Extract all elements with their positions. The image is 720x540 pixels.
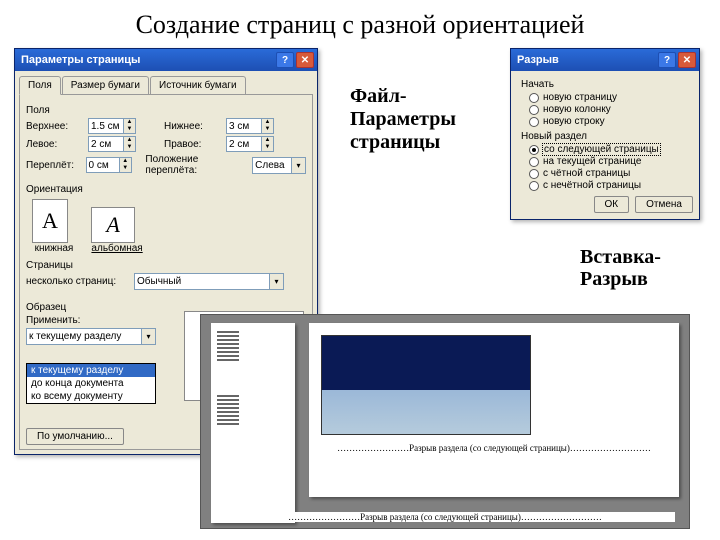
group-orientation-label: Ориентация xyxy=(26,184,306,195)
document-preview-area: ……………………Разрыв раздела (со следующей стр… xyxy=(200,314,690,529)
label-new-page: новую страницу xyxy=(543,92,617,103)
portrait-icon: А xyxy=(32,199,68,243)
group-pages-label: Страницы xyxy=(26,260,306,271)
radio-new-line[interactable] xyxy=(529,117,539,127)
tab-paper-size[interactable]: Размер бумаги xyxy=(62,76,149,95)
tab-paper-source[interactable]: Источник бумаги xyxy=(150,76,246,95)
break-dialog: Разрыв ? ✕ Начать новую страницу новую к… xyxy=(510,48,700,220)
label-even-page: с чётной страницы xyxy=(543,168,630,179)
page-setup-title: Параметры страницы xyxy=(21,54,140,66)
radio-this-page[interactable] xyxy=(529,157,539,167)
apply-option-current-section[interactable]: к текущему разделу xyxy=(27,364,155,377)
annotation-insert-break: Вставка- Разрыв xyxy=(580,246,661,290)
break-titlebar[interactable]: Разрыв ? ✕ xyxy=(511,49,699,71)
label-gutter: Переплёт: xyxy=(26,160,82,171)
default-button[interactable]: По умолчанию... xyxy=(26,428,124,445)
radio-odd-page[interactable] xyxy=(529,181,539,191)
combo-apply-to[interactable]: к текущему разделу▾ xyxy=(26,328,156,345)
input-gutter[interactable]: 0 см▲▼ xyxy=(86,157,132,173)
help-icon[interactable]: ? xyxy=(658,52,676,68)
close-icon[interactable]: ✕ xyxy=(296,52,314,68)
label-bottom: Нижнее: xyxy=(164,121,222,132)
slide-title: Создание страниц с разной ориентацией xyxy=(0,10,720,40)
page-portrait xyxy=(211,323,295,523)
label-gutter-pos: Положение переплёта: xyxy=(145,154,248,176)
page-setup-titlebar[interactable]: Параметры страницы ? ✕ xyxy=(15,49,317,71)
input-left-margin[interactable]: 2 см▲▼ xyxy=(88,136,136,152)
help-icon[interactable]: ? xyxy=(276,52,294,68)
landscape-icon: А xyxy=(91,207,135,243)
label-new-line: новую строку xyxy=(543,116,605,127)
break-title: Разрыв xyxy=(517,54,559,66)
section-break-marker-outer: ……………………Разрыв раздела (со следующей стр… xyxy=(215,512,675,522)
break-cancel-button[interactable]: Отмена xyxy=(635,196,693,213)
apply-option-whole-doc[interactable]: ко всему документу xyxy=(27,390,155,403)
group-start: Начать xyxy=(521,79,693,90)
group-margins-label: Поля xyxy=(26,105,306,116)
radio-new-page[interactable] xyxy=(529,93,539,103)
group-new-section: Новый раздел xyxy=(521,131,693,142)
inserted-image xyxy=(321,335,531,435)
annotation-file-pagesetup: Файл- Параметры страницы xyxy=(350,85,456,154)
input-right-margin[interactable]: 2 см▲▼ xyxy=(226,136,274,152)
radio-even-page[interactable] xyxy=(529,169,539,179)
orientation-portrait[interactable]: А книжная xyxy=(32,199,76,254)
label-left: Левое: xyxy=(26,139,84,150)
combo-gutter-pos[interactable]: Слева▾ xyxy=(252,157,306,174)
page-setup-tabs: Поля Размер бумаги Источник бумаги xyxy=(15,71,317,94)
label-odd-page: с нечётной страницы xyxy=(543,180,641,191)
apply-option-to-end[interactable]: до конца документа xyxy=(27,377,155,390)
orientation-portrait-label: книжная xyxy=(32,243,76,254)
break-ok-button[interactable]: ОК xyxy=(594,196,630,213)
apply-to-dropdown[interactable]: к текущему разделу до конца документа ко… xyxy=(26,363,156,404)
label-this-page: на текущей странице xyxy=(543,156,641,167)
label-next-page: со следующей страницы xyxy=(543,144,660,155)
close-icon[interactable]: ✕ xyxy=(678,52,696,68)
label-right: Правое: xyxy=(164,139,222,150)
label-apply-to: Применить: xyxy=(26,315,86,326)
label-new-column: новую колонку xyxy=(543,104,611,115)
radio-new-column[interactable] xyxy=(529,105,539,115)
input-top-margin[interactable]: 1.5 см▲▼ xyxy=(88,118,136,134)
orientation-landscape[interactable]: А альбомная xyxy=(91,207,143,254)
orientation-landscape-label: альбомная xyxy=(91,243,143,254)
page-landscape: ……………………Разрыв раздела (со следующей стр… xyxy=(309,323,679,497)
combo-multi-pages[interactable]: Обычный▾ xyxy=(134,273,284,290)
tab-margins[interactable]: Поля xyxy=(19,76,61,95)
input-bottom-margin[interactable]: 3 см▲▼ xyxy=(226,118,274,134)
label-top: Верхнее: xyxy=(26,121,84,132)
label-multi-pages: несколько страниц: xyxy=(26,276,130,287)
section-break-marker-inner: ……………………Разрыв раздела (со следующей стр… xyxy=(321,443,667,453)
radio-next-page[interactable] xyxy=(529,145,539,155)
